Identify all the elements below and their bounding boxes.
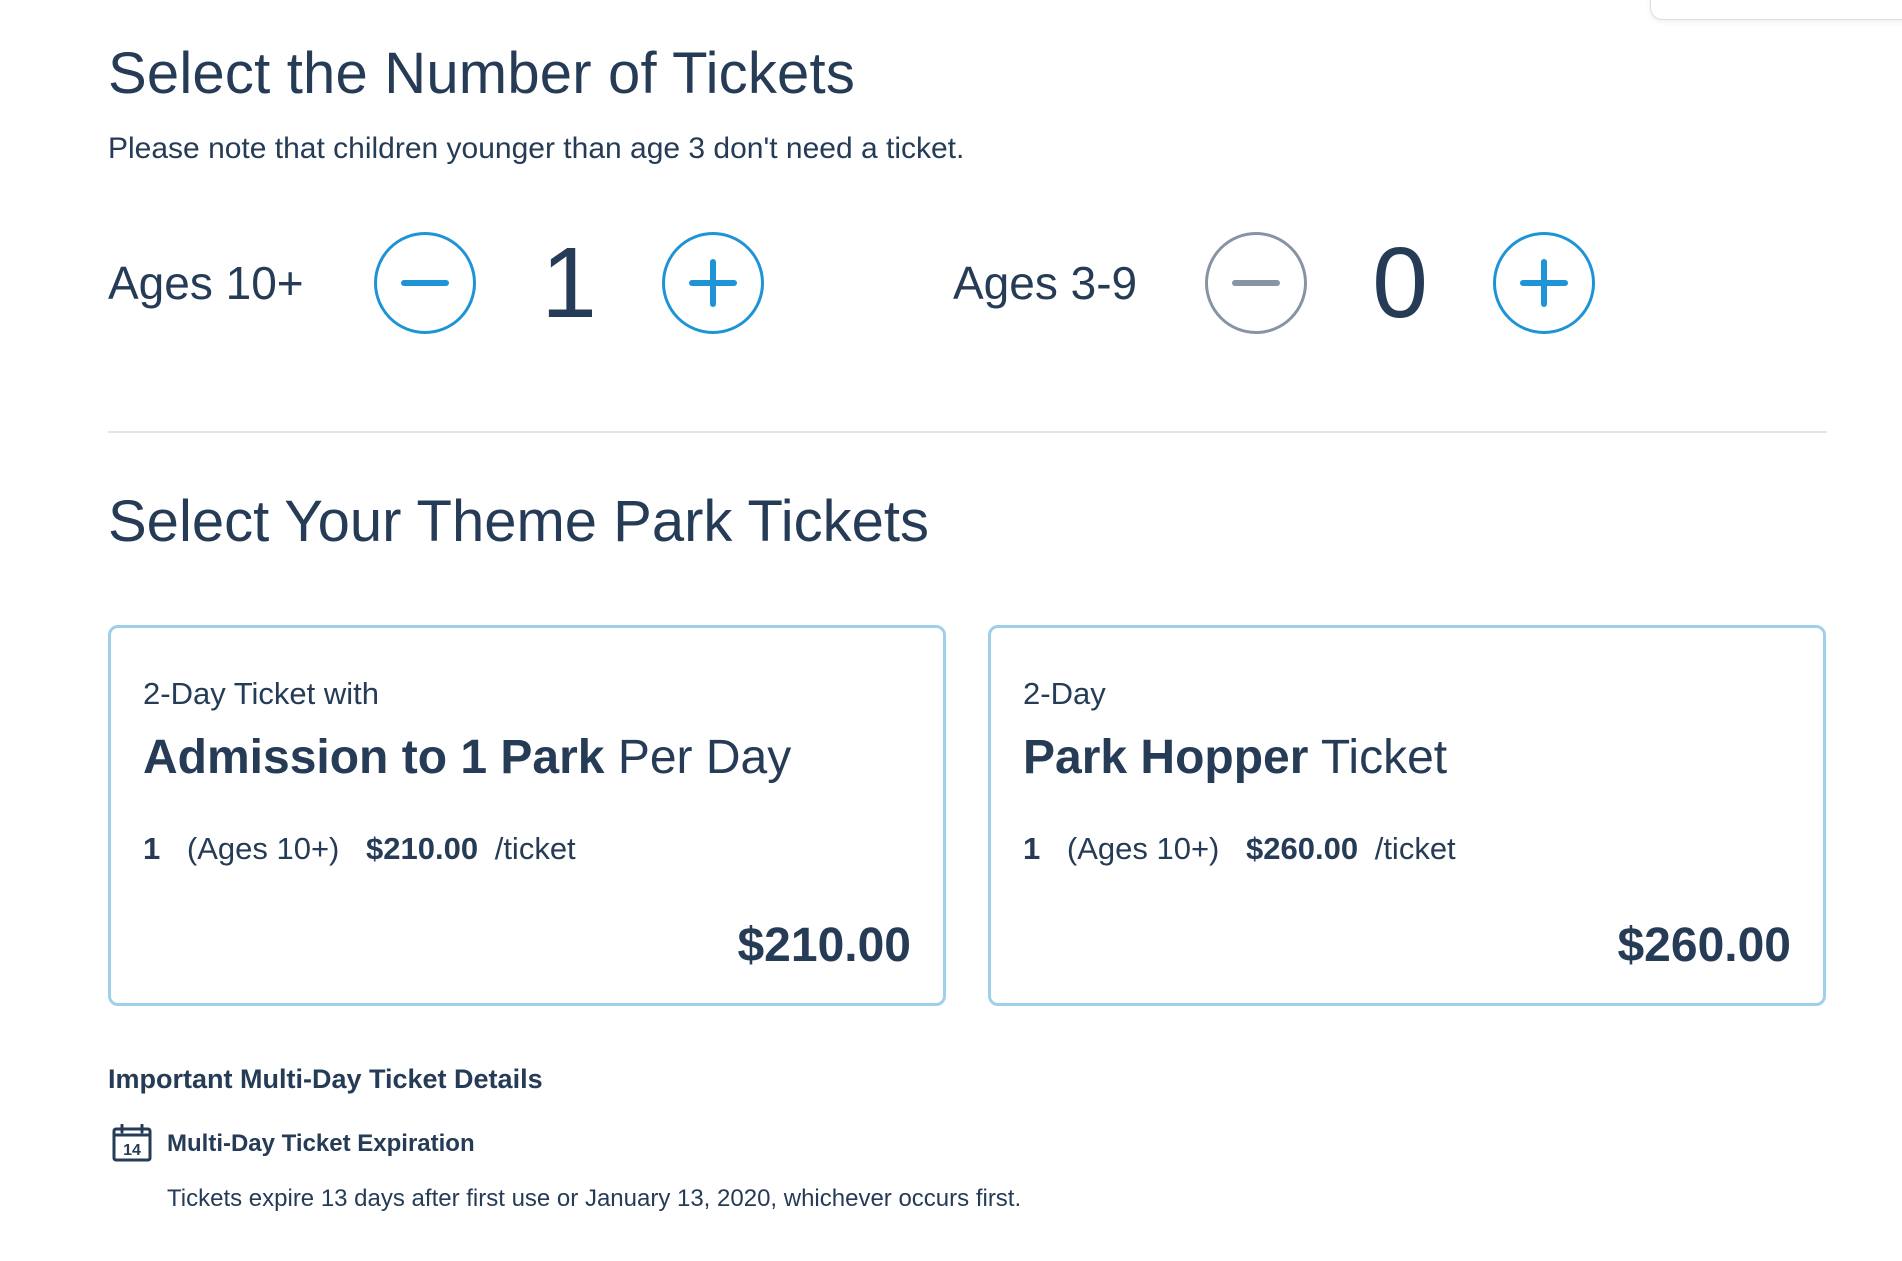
ticket-card-qty: 1 <box>143 831 161 866</box>
details-heading: Important Multi-Day Ticket Details <box>108 1064 543 1094</box>
ticket-card-subtitle: 2-Day <box>1023 676 1106 711</box>
minus-icon <box>401 280 449 286</box>
ticket-card-park-hopper[interactable]: 2-Day Park Hopper Ticket 1 (Ages 10+) $2… <box>988 625 1826 1006</box>
adult-increment-button[interactable] <box>662 232 764 334</box>
ticket-card-price-line: 1 (Ages 10+) $210.00 /ticket <box>143 831 576 867</box>
child-increment-button[interactable] <box>1493 232 1595 334</box>
ticket-card-total: $260.00 <box>1617 919 1791 972</box>
ticket-card-title-light: Per Day <box>617 731 792 784</box>
ticket-card-title-bold: Park Hopper <box>1023 731 1309 784</box>
ticket-card-qty: 1 <box>1023 831 1041 866</box>
tickets-section-title: Select Your Theme Park Tickets <box>108 489 930 554</box>
ticket-card-age: (Ages 10+) <box>186 831 340 866</box>
child-age-label: Ages 3-9 <box>953 257 1138 309</box>
plus-icon <box>1520 259 1568 307</box>
ticket-card-unit-price: $260.00 <box>1246 831 1359 866</box>
ticket-card-one-park[interactable]: 2-Day Ticket with Admission to 1 Park Pe… <box>108 625 946 1006</box>
ticket-card-title-light: Ticket <box>1320 731 1448 784</box>
adult-decrement-button[interactable] <box>374 232 476 334</box>
ticket-card-title: Admission to 1 Park Per Day <box>143 730 791 785</box>
adult-ticket-count: 1 <box>541 227 597 339</box>
calendar-icon-number: 14 <box>123 1142 141 1159</box>
section-divider <box>108 431 1827 433</box>
minus-icon <box>1232 280 1280 286</box>
adult-ticket-selector: Ages 10+ 1 <box>108 228 764 338</box>
ticket-card-unit: /ticket <box>1374 831 1456 866</box>
calendar-icon: 14 <box>112 1124 152 1162</box>
child-decrement-button[interactable] <box>1205 232 1307 334</box>
ticket-card-age: (Ages 10+) <box>1066 831 1220 866</box>
ticket-card-unit: /ticket <box>494 831 576 866</box>
top-right-panel-edge <box>1650 0 1902 20</box>
ticket-card-total: $210.00 <box>737 919 911 972</box>
expiration-title: Multi-Day Ticket Expiration <box>167 1130 475 1157</box>
adult-age-label: Ages 10+ <box>108 257 304 309</box>
ticket-card-price-line: 1 (Ages 10+) $260.00 /ticket <box>1023 831 1456 867</box>
ticket-card-unit-price: $210.00 <box>366 831 479 866</box>
ticket-card-title: Park Hopper Ticket <box>1023 730 1447 785</box>
child-ticket-selector: Ages 3-9 0 <box>953 228 1595 338</box>
age-note: Please note that children younger than a… <box>108 132 965 165</box>
page-title: Select the Number of Tickets <box>108 41 856 106</box>
child-ticket-count: 0 <box>1372 227 1428 339</box>
expiration-text: Tickets expire 13 days after first use o… <box>167 1185 1022 1212</box>
plus-icon <box>689 259 737 307</box>
ticket-card-title-bold: Admission to 1 Park <box>143 731 605 784</box>
ticket-selection-page: Select the Number of Tickets Please note… <box>0 0 1902 1261</box>
ticket-card-subtitle: 2-Day Ticket with <box>143 676 380 711</box>
